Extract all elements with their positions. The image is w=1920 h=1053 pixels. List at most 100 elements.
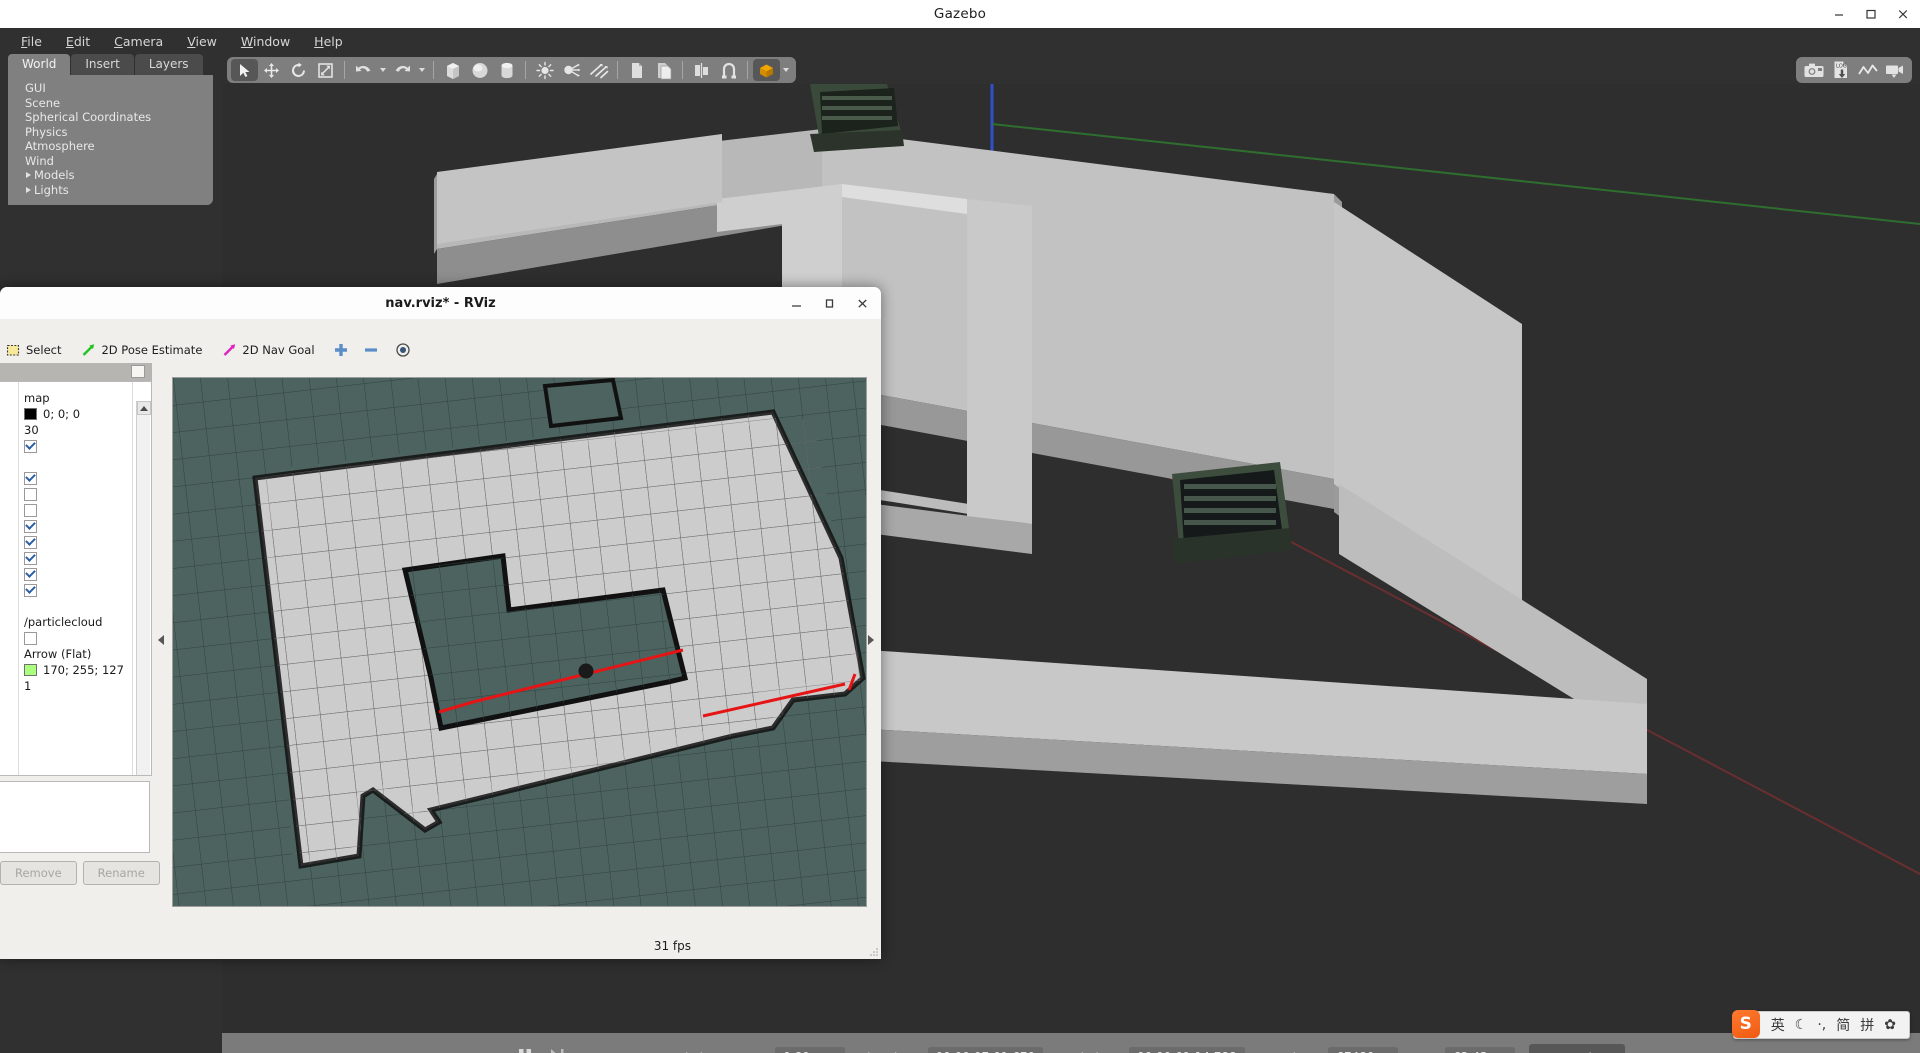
copy-icon[interactable]	[623, 59, 650, 81]
ime-moon-icon[interactable]: ☾	[1790, 1017, 1813, 1033]
checkbox[interactable]	[24, 631, 37, 645]
change-view-icon[interactable]	[753, 59, 780, 81]
checkbox[interactable]	[24, 439, 37, 453]
tree-item-lights[interactable]: Lights	[8, 183, 213, 198]
shape-value[interactable]: Arrow (Flat)	[24, 646, 134, 662]
checkbox[interactable]	[24, 567, 37, 581]
tree-item-wind[interactable]: Wind	[8, 154, 213, 169]
particlecloud-topic-value[interactable]: /particlecloud	[24, 614, 134, 630]
spot-light-icon[interactable]	[558, 59, 585, 81]
tab-insert[interactable]: Insert	[71, 54, 134, 75]
focus-camera-icon[interactable]	[395, 342, 411, 358]
menu-file[interactable]: File	[9, 31, 54, 52]
redo-dropdown-caret-icon[interactable]	[416, 59, 428, 81]
snap-icon[interactable]	[715, 59, 742, 81]
pose-estimate-tool[interactable]: 2D Pose Estimate	[79, 342, 202, 358]
panel-float-button[interactable]	[131, 365, 145, 378]
steps-control[interactable]: Steps: 1	[581, 1050, 645, 1053]
insert-sphere-icon[interactable]	[466, 59, 493, 81]
pause-icon[interactable]	[517, 1047, 533, 1053]
minimize-icon[interactable]	[1832, 7, 1846, 21]
laserscan-checkbox[interactable]	[24, 518, 134, 534]
expand-arrow-icon[interactable]	[26, 186, 31, 193]
reset-time-button[interactable]: Reset Time	[1529, 1043, 1625, 1053]
maximize-icon[interactable]	[1864, 7, 1878, 21]
video-record-icon[interactable]	[1881, 59, 1908, 81]
rviz-render-view[interactable]	[172, 377, 867, 907]
tree-item-physics[interactable]: Physics	[8, 125, 213, 140]
resize-grip-icon[interactable]	[869, 947, 879, 957]
checkbox[interactable]	[24, 583, 37, 597]
tree-item-gui[interactable]: GUI	[8, 81, 213, 96]
ime-pinyin-toggle[interactable]: 拼	[1855, 1015, 1879, 1035]
rviz-maximize-icon[interactable]	[823, 297, 836, 310]
rename-display-button[interactable]: Rename	[82, 861, 160, 885]
remove-display-button[interactable]: Remove	[0, 861, 77, 885]
tree-item-models[interactable]: Models	[8, 168, 213, 183]
frame-rate-value[interactable]: 30	[24, 422, 134, 438]
align-icon[interactable]	[688, 59, 715, 81]
local-costmap-checkbox[interactable]	[24, 566, 134, 582]
rotate-mode-icon[interactable]	[285, 59, 312, 81]
insert-box-icon[interactable]	[439, 59, 466, 81]
undo-dropdown-caret-icon[interactable]	[377, 59, 389, 81]
tree-item-spherical-coordinates[interactable]: Spherical Coordinates	[8, 110, 213, 125]
polygon-checkbox[interactable]	[24, 582, 134, 598]
ime-settings-icon[interactable]: ✿	[1879, 1017, 1901, 1033]
arrow-color-value[interactable]: 170; 255; 127	[24, 662, 134, 678]
sogou-logo-icon[interactable]: S	[1731, 1010, 1760, 1038]
change-view-caret-icon[interactable]	[780, 59, 792, 81]
close-icon[interactable]	[1896, 7, 1910, 21]
checkbox[interactable]	[24, 487, 37, 501]
undo-icon[interactable]	[350, 59, 377, 81]
checkbox[interactable]	[24, 535, 37, 549]
checkbox[interactable]	[24, 551, 37, 565]
global-costmap-checkbox[interactable]	[24, 550, 134, 566]
directional-light-icon[interactable]	[585, 59, 612, 81]
checkbox[interactable]	[24, 471, 37, 485]
unreliable-checkbox[interactable]	[24, 630, 134, 646]
checkbox[interactable]	[24, 519, 37, 533]
robot-model-checkbox[interactable]	[24, 486, 134, 502]
tf-checkbox[interactable]	[24, 502, 134, 518]
log-record-icon[interactable]: LOG	[1827, 59, 1854, 81]
displays-property-list[interactable]: map 0; 0; 0 30 /particlecloud Arrow (Fla…	[0, 381, 152, 776]
displays-scrollbar[interactable]	[136, 401, 151, 775]
tree-item-atmosphere[interactable]: Atmosphere	[8, 139, 213, 154]
default-light-checkbox[interactable]	[24, 438, 134, 454]
nav-goal-tool[interactable]: 2D Nav Goal	[220, 342, 315, 358]
background-color-value[interactable]: 0; 0; 0	[24, 406, 134, 422]
select-mode-icon[interactable]	[231, 59, 258, 81]
alpha-value[interactable]: 1	[24, 678, 134, 694]
remove-tool-icon[interactable]	[363, 342, 379, 358]
left-splitter-handle[interactable]	[156, 633, 166, 647]
insert-cylinder-icon[interactable]	[493, 59, 520, 81]
screenshot-icon[interactable]	[1800, 59, 1827, 81]
translate-mode-icon[interactable]	[258, 59, 285, 81]
menu-window[interactable]: Window	[229, 31, 302, 52]
plot-icon[interactable]	[1854, 59, 1881, 81]
fixed-frame-value[interactable]: map	[24, 390, 134, 406]
tab-world[interactable]: World	[8, 54, 71, 75]
expand-arrow-icon[interactable]	[26, 172, 31, 179]
add-tool-icon[interactable]	[333, 342, 349, 358]
menu-edit[interactable]: Edit	[54, 31, 102, 52]
paste-icon[interactable]	[650, 59, 677, 81]
ime-punctuation-icon[interactable]: ·,	[1812, 1017, 1831, 1033]
scale-mode-icon[interactable]	[312, 59, 339, 81]
menu-camera[interactable]: Camera	[102, 31, 175, 52]
rviz-close-icon[interactable]	[856, 297, 869, 310]
menu-view[interactable]: View	[175, 31, 229, 52]
step-forward-icon[interactable]	[549, 1047, 565, 1053]
redo-icon[interactable]	[389, 59, 416, 81]
ime-simplified-toggle[interactable]: 简	[1831, 1015, 1855, 1035]
ime-lang-toggle[interactable]: 英	[1766, 1015, 1790, 1035]
grid-enabled-checkbox[interactable]	[24, 470, 134, 486]
point-light-icon[interactable]	[531, 59, 558, 81]
scroll-up-icon[interactable]	[137, 401, 151, 415]
checkbox[interactable]	[24, 503, 37, 517]
tree-item-scene[interactable]: Scene	[8, 96, 213, 111]
right-splitter-handle[interactable]	[866, 633, 876, 647]
menu-help[interactable]: Help	[302, 31, 355, 52]
rviz-minimize-icon[interactable]	[790, 297, 803, 310]
